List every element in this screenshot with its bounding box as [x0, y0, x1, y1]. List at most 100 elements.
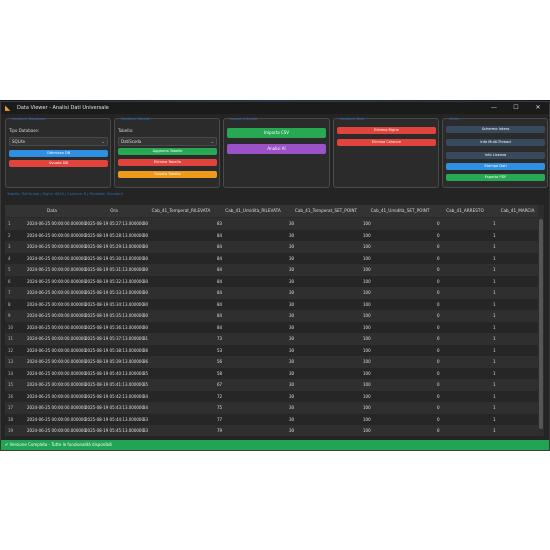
- table-cell: 30: [143, 232, 149, 238]
- table-row[interactable]: 19 2024-06-25 00:00:00.000000 2025-08-19 0…: [5, 425, 542, 436]
- maximize-button[interactable]: ☐: [505, 102, 527, 114]
- table-cell: 30: [143, 301, 149, 307]
- table-cell: 30: [289, 301, 295, 307]
- multithread-info-button[interactable]: Info Multi-Thread: [446, 139, 545, 146]
- table-row[interactable]: 10 2024-06-25 00:00:00.000000 2025-08-19 0…: [5, 321, 542, 333]
- table-cell: 30: [289, 290, 295, 295]
- table-row[interactable]: 13 2024-06-25 00:00:00.000000 2025-08-19 0…: [5, 356, 542, 368]
- table-cell: 2025-08-19 05:45:13.000000: [85, 428, 145, 433]
- table-cell: 0: [437, 232, 440, 238]
- table-row[interactable]: 18 2024-06-25 00:00:00.000000 2025-08-19 0…: [5, 413, 542, 425]
- table-cell: 2024-06-25 00:00:00.000000: [27, 221, 87, 226]
- minimize-button[interactable]: —: [483, 102, 505, 114]
- table-cell: 34: [143, 405, 149, 410]
- export-pdf-button[interactable]: Esporta PDF: [446, 174, 545, 181]
- table-cell: 30: [289, 347, 295, 353]
- table-cell: 100: [363, 393, 371, 399]
- optimize-db-button[interactable]: Ottimizza DB: [9, 150, 108, 157]
- license-info-button[interactable]: Info Licenza: [446, 152, 545, 159]
- table-cell: 2024-06-25 00:00:00.000000: [27, 405, 87, 410]
- row-index-cell: 13: [8, 359, 14, 364]
- column-header[interactable]: Cab_41_Umidità_RILEVATA: [217, 205, 289, 217]
- ai-analysis-button[interactable]: Analisi AI: [227, 144, 326, 154]
- table-row[interactable]: 8 2024-06-25 00:00:00.000000 2025-08-19 05…: [5, 298, 542, 310]
- table-cell: 2024-06-25 00:00:00.000000: [27, 428, 87, 433]
- table-cell: 2025-08-19 05:36:13.000000: [85, 324, 145, 330]
- column-header[interactable]: Data: [21, 205, 83, 217]
- table-cell: 2024-06-25 00:00:00.000000: [27, 301, 87, 307]
- delete-columns-button[interactable]: Elimina Colonne: [337, 139, 436, 146]
- table-cell: 1: [493, 370, 496, 376]
- database-group-title: Gestione Database: [12, 117, 46, 121]
- table-row[interactable]: 6 2024-06-25 00:00:00.000000 2025-08-19 05…: [5, 275, 542, 287]
- table-row[interactable]: 5 2024-06-25 00:00:00.000000 2025-08-19 05…: [5, 264, 542, 276]
- table-cell: 73: [217, 336, 223, 341]
- empty-table-button[interactable]: Svuota Tabella: [118, 171, 217, 178]
- table-cell: 100: [363, 278, 371, 284]
- column-header[interactable]: Cab_41_MARCIA: [493, 205, 542, 217]
- table-cell: 36: [143, 359, 149, 364]
- row-index-cell: 9: [8, 313, 11, 318]
- table-cell: 35: [143, 382, 149, 387]
- table-row[interactable]: 9 2024-06-25 00:00:00.000000 2025-08-19 05…: [5, 310, 542, 322]
- table-label: Tabella:: [118, 128, 134, 133]
- row-index-cell: 3: [8, 244, 11, 249]
- row-index-cell: 12: [8, 347, 14, 353]
- status-bar: ✔ Versione Completa - Tutte le funzional…: [1, 440, 549, 450]
- table-cell: 1: [493, 221, 496, 226]
- scrollbar-thumb[interactable]: [539, 219, 543, 429]
- db-type-label: Tipo Database:: [9, 128, 40, 133]
- import-group-title: Import e Analisi: [230, 117, 258, 121]
- empty-db-button[interactable]: Svuota DB: [9, 160, 108, 167]
- table-row[interactable]: 3 2024-06-25 00:00:00.000000 2025-08-19 05…: [5, 241, 542, 253]
- table-row[interactable]: 1 2024-06-25 00:00:00.000000 2025-08-19 05…: [5, 218, 542, 230]
- table-row[interactable]: 2 2024-06-25 00:00:00.000000 2025-08-19 05…: [5, 229, 542, 241]
- fullscreen-button[interactable]: Schermo Intero: [446, 126, 545, 133]
- table-cell: 2025-08-19 05:30:13.000000: [85, 255, 145, 261]
- delete-rows-button[interactable]: Elimina Righe: [337, 127, 436, 134]
- table-row[interactable]: 12 2024-06-25 00:00:00.000000 2025-08-19 0…: [5, 344, 542, 356]
- column-header[interactable]: Cab_41_ARRESTO: [437, 205, 493, 217]
- import-group: Import e Analisi Importa CSV Analisi AI: [223, 117, 330, 188]
- column-header[interactable]: [5, 205, 21, 217]
- table-cell: 30: [289, 324, 295, 330]
- window-controls: — ☐ ✕: [483, 102, 549, 114]
- delete-table-button[interactable]: Elimina Tabella: [118, 159, 217, 166]
- column-header[interactable]: Cab_41_Temperat_RILEVATA: [145, 205, 217, 217]
- table-cell: 30: [289, 428, 295, 433]
- column-header[interactable]: Ora: [83, 205, 145, 217]
- table-row[interactable]: 7 2024-06-25 00:00:00.000000 2025-08-19 05…: [5, 287, 542, 299]
- import-csv-button[interactable]: Importa CSV: [227, 128, 326, 138]
- column-header[interactable]: Cab_41_Temperat_SET_POINT: [289, 205, 363, 217]
- vertical-scrollbar[interactable]: [538, 205, 544, 436]
- table-row[interactable]: 11 2024-06-25 00:00:00.000000 2025-08-19 0…: [5, 333, 542, 345]
- table-row[interactable]: 17 2024-06-25 00:00:00.000000 2025-08-19 0…: [5, 402, 542, 414]
- table-select[interactable]: DatiScoda ⌄: [118, 137, 217, 146]
- print-data-button[interactable]: Stampa Dati: [446, 163, 545, 170]
- db-type-select[interactable]: SQLite ⌄: [9, 137, 108, 146]
- table-cell: 56: [217, 359, 223, 364]
- table-row[interactable]: 14 2024-06-25 00:00:00.000000 2025-08-19 0…: [5, 367, 542, 379]
- table-cell: 1: [493, 347, 496, 353]
- table-cell: 30: [143, 324, 149, 330]
- table-row[interactable]: 16 2024-06-25 00:00:00.000000 2025-08-19 0…: [5, 390, 542, 402]
- table-cell: 2025-08-19 05:39:13.000000: [85, 359, 145, 364]
- table-cell: 0: [437, 416, 440, 422]
- table-row[interactable]: 15 2024-06-25 00:00:00.000000 2025-08-19 0…: [5, 379, 542, 391]
- table-cell: 2024-06-25 00:00:00.000000: [27, 347, 87, 353]
- table-cell: 1: [493, 244, 496, 249]
- table-cell: 0: [437, 370, 440, 376]
- table-cell: 2024-06-25 00:00:00.000000: [27, 370, 87, 376]
- table-cell: 30: [289, 382, 295, 387]
- table-cell: 30: [289, 416, 295, 422]
- table-cell: 1: [493, 278, 496, 284]
- table-cell: 30: [143, 244, 149, 249]
- table-cell: 30: [289, 313, 295, 318]
- table-cell: 2024-06-25 00:00:00.000000: [27, 244, 87, 249]
- table-cell: 84: [217, 244, 223, 249]
- close-button[interactable]: ✕: [527, 102, 549, 114]
- refresh-tables-button[interactable]: Aggiorna Tabelle: [118, 148, 217, 155]
- column-header[interactable]: Cab_41_Umidità_SET_POINT: [363, 205, 437, 217]
- table-cell: 100: [363, 313, 371, 318]
- table-row[interactable]: 4 2024-06-25 00:00:00.000000 2025-08-19 05…: [5, 252, 542, 264]
